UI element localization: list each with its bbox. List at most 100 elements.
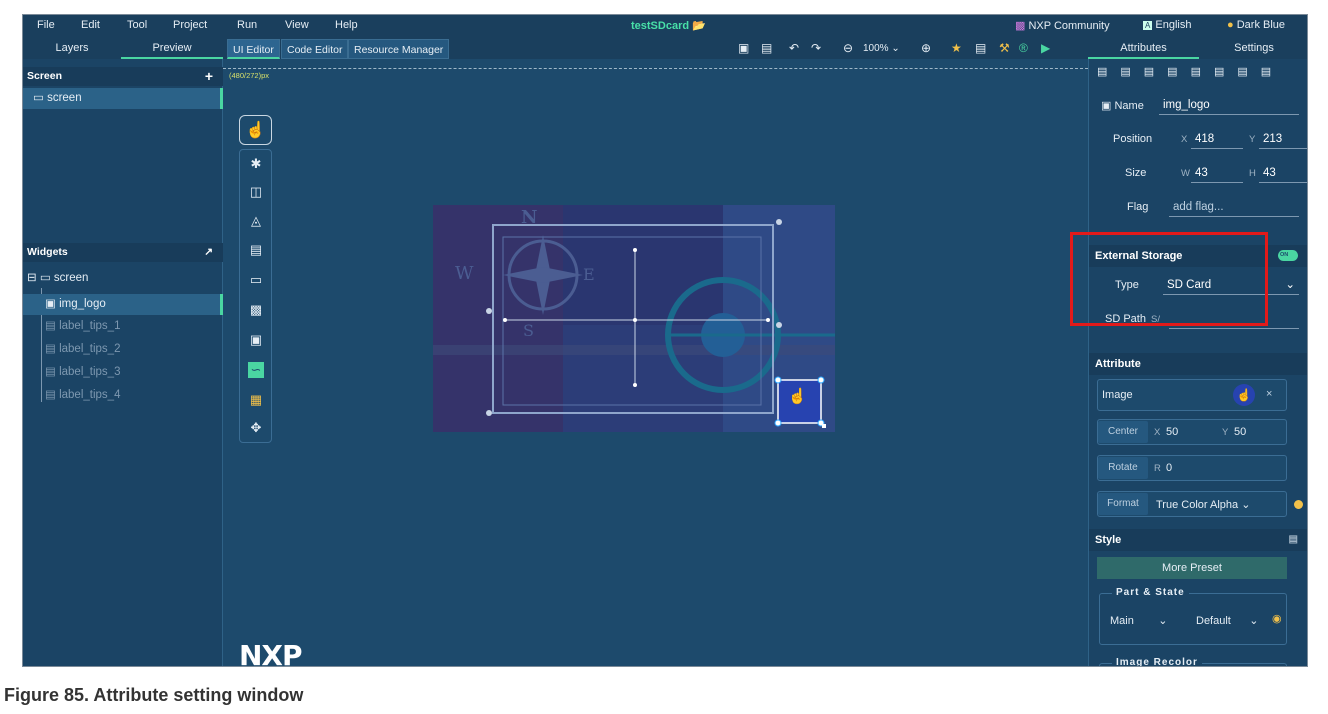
menu-file[interactable]: File [37,19,55,31]
qrcode-widget-icon[interactable]: ▦ [248,392,264,408]
info-icon[interactable] [1294,500,1303,509]
compass-s: S [523,321,534,340]
layout-icon[interactable]: ◫ [248,184,264,200]
more-preset-button[interactable]: More Preset [1097,557,1287,579]
align-toolbar[interactable]: ▤▤▤▤▤▤▤▤ [1097,65,1284,78]
widget-tree-label-tips-1[interactable]: ▤ label_tips_1 [23,316,223,337]
state-select[interactable]: Default ⌄ [1196,614,1258,627]
build-icon[interactable]: ⚒ [999,41,1010,55]
container-icon[interactable]: ◬ [248,213,264,229]
menu-help[interactable]: Help [335,19,358,31]
chart-widget-icon[interactable]: ▩ [248,302,264,318]
gui-logo-icon[interactable]: ☝ [788,387,807,405]
popout-icon[interactable]: ↗ [204,243,213,262]
name-label: ▣ Name [1101,100,1144,112]
project-title: testSDcard 📂 [631,20,706,32]
folder-icon: 📂 [692,20,706,32]
center-row: Center X 50 Y 50 [1097,419,1287,445]
menu-run[interactable]: Run [237,19,257,31]
language-selector[interactable]: A English [1143,19,1191,31]
format-row: Format True Color Alpha ⌄ [1097,491,1303,517]
name-input[interactable]: img_logo [1159,95,1299,115]
left-panel: Screen + ▭ screen Widgets ↗ ⊟ ▭ screen ▣… [23,59,223,666]
cy-label: Y [1222,427,1229,438]
eye-icon[interactable]: ◉ [1272,612,1282,625]
save-style-icon[interactable]: ▤ [1289,529,1298,551]
tab-attributes[interactable]: Attributes [1088,37,1199,59]
attribute-header: Attribute [1089,353,1307,375]
community-link[interactable]: ▩ NXP Community [1015,19,1110,32]
center-label: Center [1098,421,1148,443]
tab-settings[interactable]: Settings [1199,37,1307,59]
x-label: X [1181,134,1188,145]
send-back-icon[interactable]: ▤ [761,41,772,55]
image-selector[interactable]: Image ☝ × [1097,379,1287,411]
generate-code-icon[interactable]: ▤ [975,41,986,55]
add-screen-button[interactable]: + [205,67,213,86]
flag-input[interactable]: add flag... [1169,197,1299,217]
y-label: Y [1249,134,1256,145]
widget-tree-label-tips-3[interactable]: ▤ label_tips_3 [23,362,223,383]
position-label: Position [1113,133,1153,145]
tab-layers[interactable]: Layers [23,37,121,59]
widget-tree-img-logo[interactable]: ▣ img_logo [23,294,223,315]
simulator-icon[interactable]: ® [1019,41,1028,55]
bring-front-icon[interactable]: ▣ [738,41,749,55]
nxp-logo: NXP [239,639,303,667]
widget-palette: ✱ ◫ ◬ ▤ ▭ ▩ ▣ ∽ ▦ ✥ [239,149,272,443]
part-state-title: Part & State [1112,587,1189,598]
zoom-level[interactable]: 100% ⌄ [863,43,900,54]
label-widget-icon[interactable]: ▤ [248,242,264,258]
tab-code-editor[interactable]: Code Editor [281,39,349,59]
run-icon[interactable]: ▶ [1041,41,1050,55]
external-storage-toggle[interactable]: ON [1278,250,1298,261]
image-widget-icon[interactable]: ▣ [248,332,264,348]
widget-tree-screen[interactable]: ⊟ ▭ screen [23,268,223,289]
part-select[interactable]: Main ⌄ [1110,614,1168,627]
widget-tree-label-tips-4[interactable]: ▤ label_tips_4 [23,385,223,406]
screen-panel-header: Screen + [23,67,223,86]
redo-icon[interactable]: ↷ [811,41,821,55]
screen-item[interactable]: ▭ screen [23,88,223,109]
widget-tree-label-tips-2[interactable]: ▤ label_tips_2 [23,339,223,360]
chat-icon: ▩ [1015,20,1026,32]
input-widget-icon[interactable]: ▭ [248,272,264,288]
size-w-input[interactable]: 43 [1191,163,1243,183]
theme-selector[interactable]: ● Dark Blue [1227,19,1285,31]
canvas-area[interactable]: (480/272)px ☝ ✱ ◫ ◬ ▤ ▭ ▩ ▣ ∽ ▦ ✥ N W E … [223,59,1088,667]
animation-widget-icon[interactable]: ∽ [248,362,264,378]
expand-palette-icon[interactable]: ✥ [248,420,264,436]
menu-bar: File Edit Tool Project Run View Help tes… [23,15,1307,37]
zoom-out-icon[interactable]: ⊖ [843,41,853,55]
compass-n: N [521,207,538,228]
menu-view[interactable]: View [285,19,309,31]
menu-tool[interactable]: Tool [127,19,147,31]
tab-preview[interactable]: Preview [121,37,223,59]
clean-icon[interactable]: ★ [951,41,962,55]
center-y-input[interactable]: 50 [1234,426,1246,438]
format-select[interactable]: True Color Alpha ⌄ [1156,498,1250,511]
collapse-palette-icon[interactable]: ✱ [248,156,264,172]
center-x-input[interactable]: 50 [1166,426,1178,438]
touch-tool-button[interactable]: ☝ [239,115,272,145]
compass-e: E [583,265,595,284]
gui-image-icon[interactable]: ☝ [1233,384,1255,406]
size-label: Size [1125,167,1147,179]
menu-project[interactable]: Project [173,19,207,31]
text-icon: ▤ [45,320,56,332]
format-label: Format [1098,493,1148,515]
position-x-input[interactable]: 418 [1191,129,1243,149]
tab-resource-manager[interactable]: Resource Manager [348,39,450,59]
h-label: H [1249,168,1256,179]
screen-preview[interactable]: N W E S ☝ [433,205,835,432]
zoom-in-icon[interactable]: ⊕ [921,41,931,55]
collapse-icon[interactable]: ⊟ [27,272,37,284]
size-h-input[interactable]: 43 [1259,163,1307,183]
tab-ui-editor[interactable]: UI Editor [227,39,280,59]
clear-image-icon[interactable]: × [1266,388,1272,400]
position-y-input[interactable]: 213 [1259,129,1307,149]
menu-edit[interactable]: Edit [81,19,100,31]
chevron-down-icon: ⌄ [1285,279,1295,291]
undo-icon[interactable]: ↶ [789,41,799,55]
rotate-input[interactable]: 0 [1166,462,1172,474]
